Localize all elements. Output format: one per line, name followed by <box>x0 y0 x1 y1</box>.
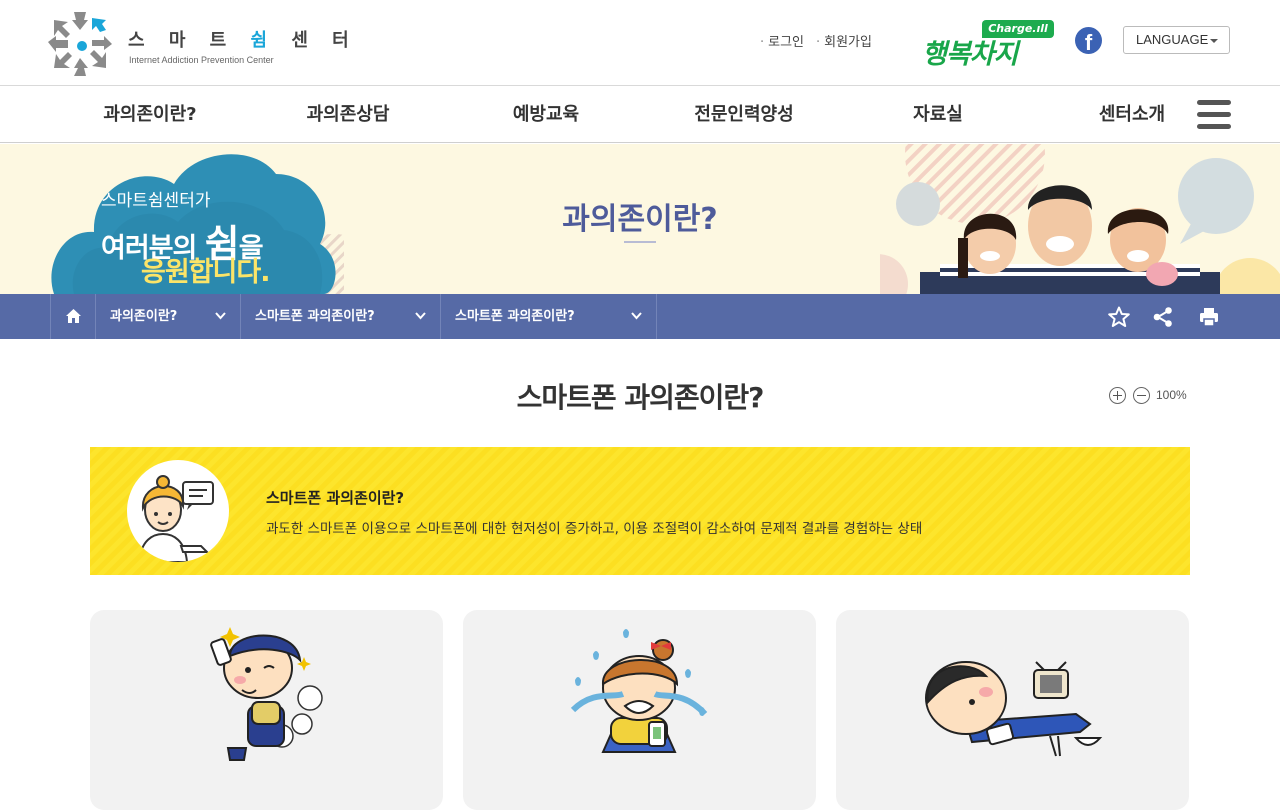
home-icon <box>66 309 81 323</box>
breadcrumb-label: 스마트폰 과의존이란? <box>455 309 575 324</box>
section-title: 과의존이란? <box>562 202 718 237</box>
counselor-avatar <box>127 460 229 562</box>
definition-title: 스마트폰 과의존이란? <box>266 489 405 507</box>
location-bar: 과의존이란? 스마트폰 과의존이란? 스마트폰 과의존이란? <box>0 294 1280 339</box>
logo-arrows-icon <box>48 12 112 76</box>
site-logo[interactable]: 스 마 트 쉼 센 터 Internet Addiction Preventio… <box>48 12 349 76</box>
nav-item-resources[interactable]: 자료실 <box>878 86 998 143</box>
site-header: 스 마 트 쉼 센 터 Internet Addiction Preventio… <box>0 0 1280 86</box>
login-link[interactable]: 로그인 <box>760 31 804 50</box>
breadcrumb-depth2[interactable]: 스마트폰 과의존이란? <box>240 294 440 339</box>
definition-text: 과도한 스마트폰 이용으로 스마트폰에 대한 현저성이 증가하고, 이용 조절력… <box>266 521 923 537</box>
language-select[interactable]: LANGUAGE <box>1123 26 1230 54</box>
counselor-illustration <box>137 475 214 562</box>
main-navigation: 과의존이란? 과의존상담 예방교육 전문인력양성 자료실 센터소개 <box>0 86 1280 143</box>
banner-slogan-line1: 스마트쉼센터가 <box>101 191 211 211</box>
definition-background-pattern <box>90 447 1190 575</box>
symptom-card-salience <box>90 610 443 810</box>
lying-character-illustration <box>925 661 1103 757</box>
happy-charge-banner-link[interactable]: Charge.ıll 행복차지 <box>920 18 1060 70</box>
print-icon[interactable] <box>1198 306 1220 328</box>
banner-slogan-line3: 응원합니다. <box>141 257 270 288</box>
zoom-level: 100% <box>1156 388 1187 402</box>
title-underline <box>624 241 656 243</box>
logo-subtitle: Internet Addiction Prevention Center <box>129 55 274 65</box>
zoom-out-button[interactable] <box>1133 387 1150 404</box>
chevron-down-icon <box>215 312 226 320</box>
star-icon[interactable] <box>1108 306 1130 328</box>
home-button[interactable] <box>50 294 95 339</box>
brand-text: 행복차지 <box>922 39 1018 70</box>
breadcrumb-depth1[interactable]: 과의존이란? <box>95 294 240 339</box>
chevron-down-icon <box>415 312 426 320</box>
nav-item-about-center[interactable]: 센터소개 <box>1072 86 1192 143</box>
breadcrumb-label: 과의존이란? <box>110 309 178 324</box>
facebook-icon[interactable]: f <box>1075 27 1102 54</box>
join-link[interactable]: 회원가입 <box>816 31 872 50</box>
breadcrumb-divider <box>656 294 657 339</box>
symptom-card-consequences <box>836 610 1189 810</box>
logo-title: 스 마 트 쉼 센 터 <box>128 30 358 51</box>
page-title: 스마트폰 과의존이란? <box>516 381 765 414</box>
chevron-down-icon <box>631 312 642 320</box>
crying-character-illustration <box>570 629 708 753</box>
nav-item-prevention-education[interactable]: 예방교육 <box>486 86 606 143</box>
share-icon[interactable] <box>1152 306 1174 328</box>
caret-down-icon <box>1210 39 1218 43</box>
breadcrumb-depth3[interactable]: 스마트폰 과의존이란? <box>440 294 656 339</box>
definition-box: 스마트폰 과의존이란? 과도한 스마트폰 이용으로 스마트폰에 대한 현저성이 … <box>90 447 1190 575</box>
nav-item-overdependence[interactable]: 과의존이란? <box>90 86 210 143</box>
hamburger-icon[interactable] <box>1197 100 1231 130</box>
family-photo <box>880 144 1280 294</box>
breadcrumb-label: 스마트폰 과의존이란? <box>255 309 375 324</box>
salience-character-illustration <box>210 627 323 761</box>
language-label: LANGUAGE <box>1136 32 1209 47</box>
nav-item-professional-training[interactable]: 전문인력양성 <box>684 86 804 143</box>
symptom-card-control-failure <box>463 610 816 810</box>
nav-item-counseling[interactable]: 과의존상담 <box>288 86 408 143</box>
zoom-in-button[interactable] <box>1109 387 1126 404</box>
